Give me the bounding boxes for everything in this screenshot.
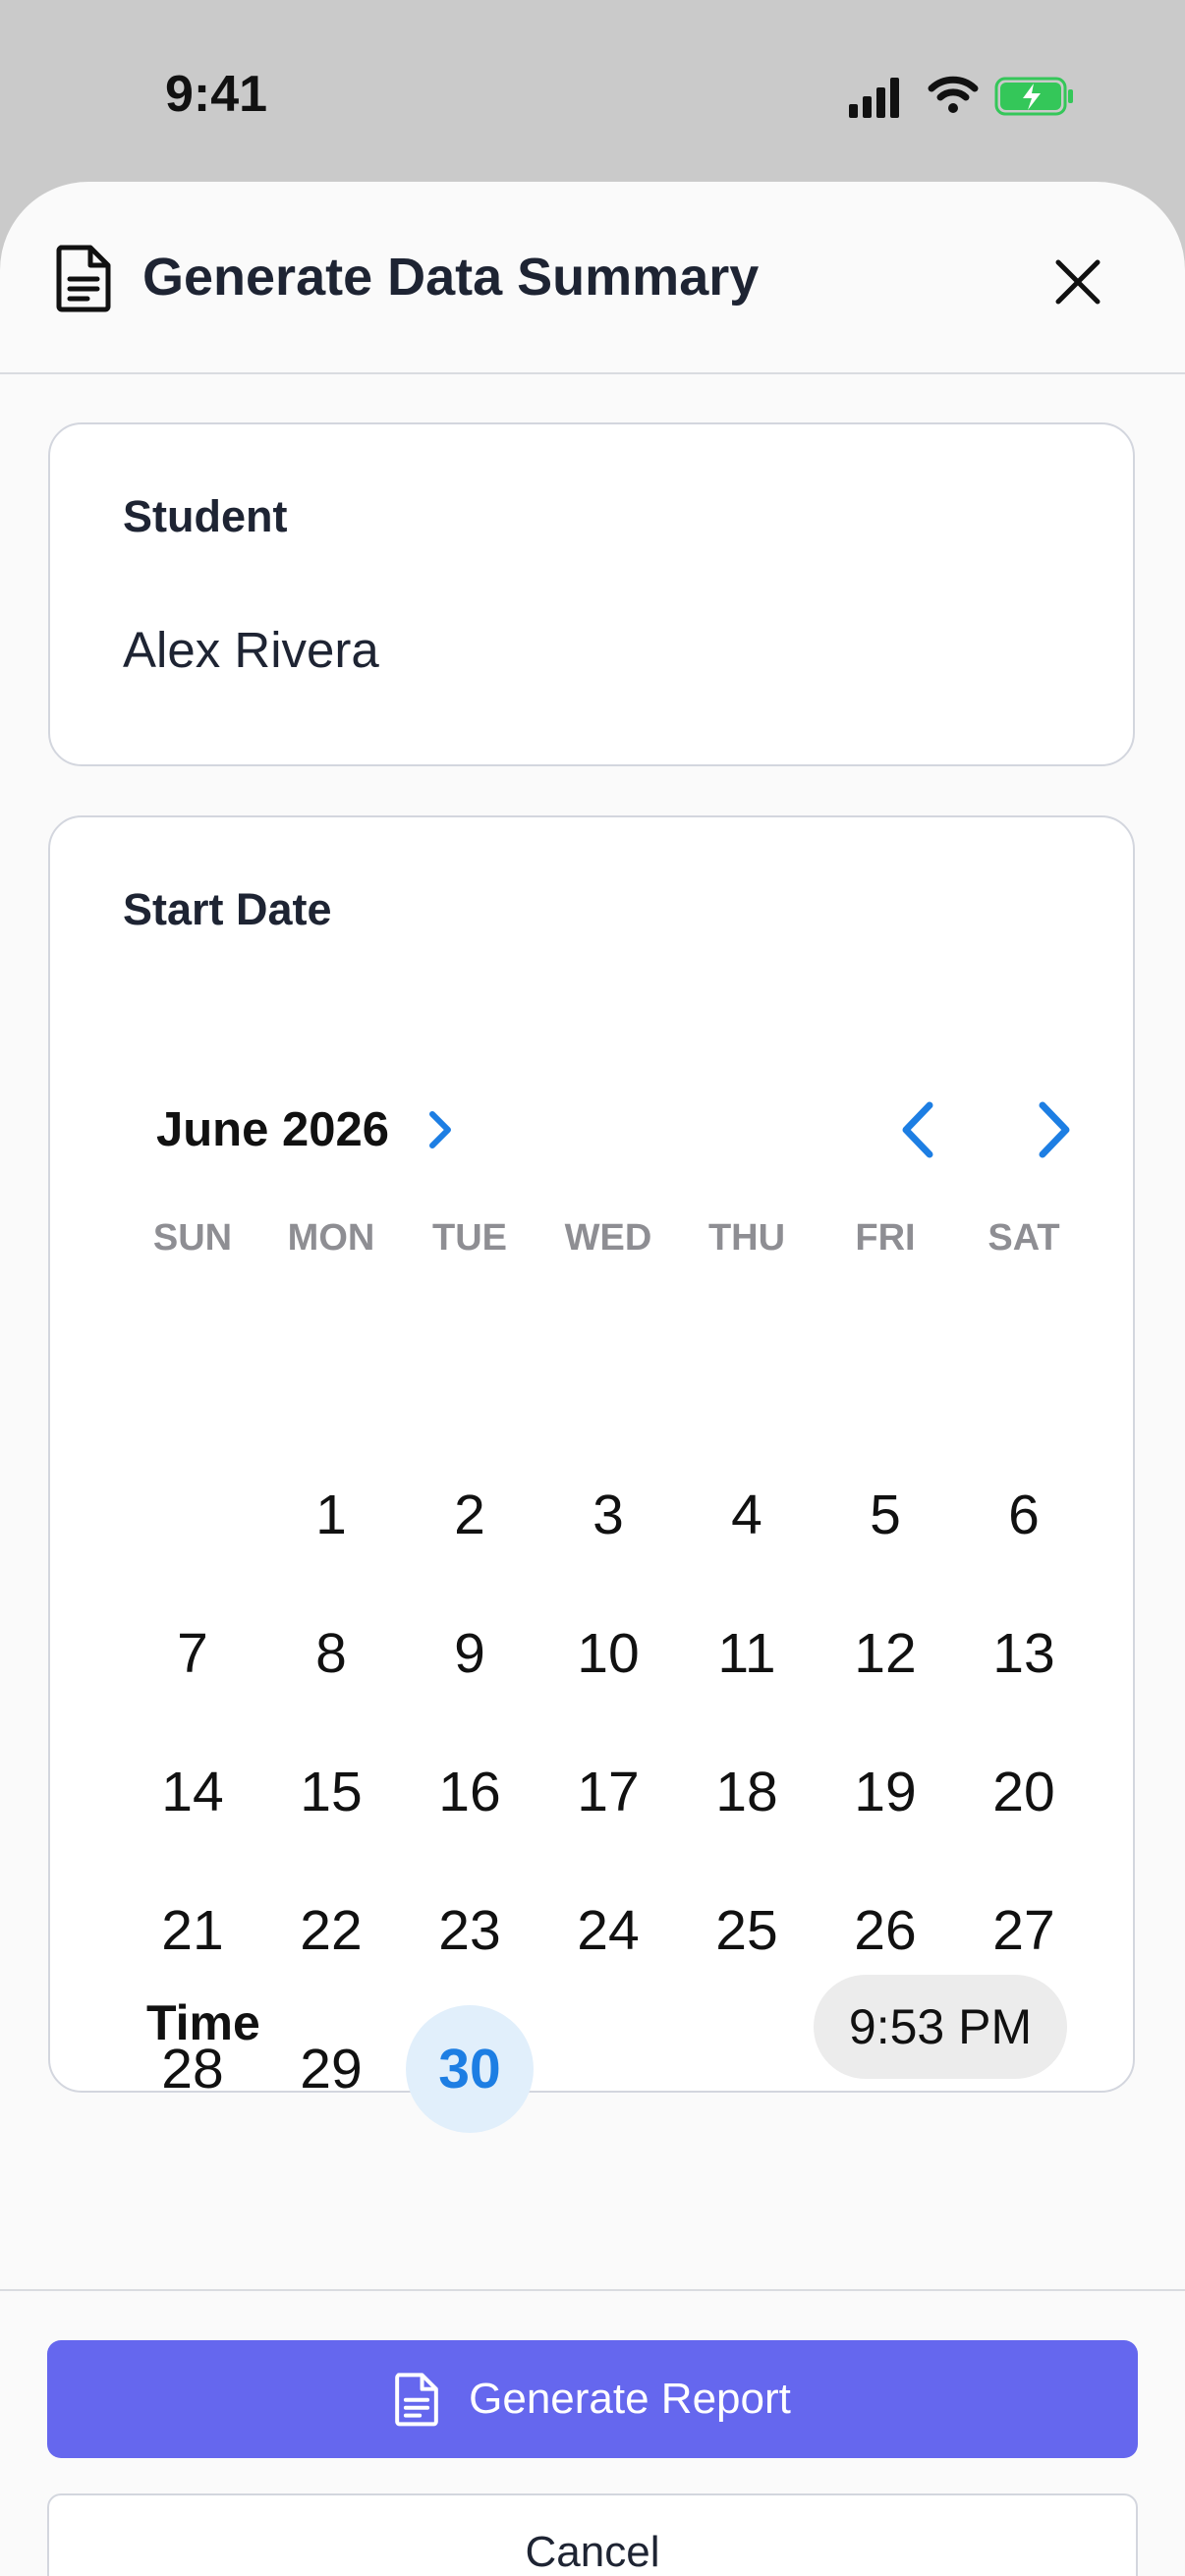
calendar-day[interactable]: 5: [821, 1451, 949, 1579]
calendar-day[interactable]: 14: [129, 1728, 256, 1856]
sheet-title: Generate Data Summary: [142, 248, 760, 307]
calendar-day[interactable]: 15: [267, 1728, 395, 1856]
student-card: Student Alex Rivera: [48, 422, 1135, 766]
weekday-tue: TUE: [432, 1217, 507, 1259]
calendar-day[interactable]: 20: [960, 1728, 1088, 1856]
sheet-header: Generate Data Summary: [0, 182, 1185, 374]
calendar-day[interactable]: 18: [683, 1728, 811, 1856]
time-pill-wrap: 9:53 PM: [814, 1975, 1067, 2079]
time-picker-button[interactable]: 9:53 PM: [814, 1975, 1067, 2079]
calendar-day[interactable]: 13: [960, 1590, 1088, 1717]
generate-report-button[interactable]: Generate Report: [47, 2340, 1138, 2458]
calendar-day[interactable]: 19: [821, 1728, 949, 1856]
weekday-sun: SUN: [152, 1217, 233, 1259]
calendar-day[interactable]: 17: [544, 1728, 672, 1856]
status-time: 9:41: [165, 66, 268, 123]
calendar-day[interactable]: 7: [129, 1590, 256, 1717]
calendar-day[interactable]: 21: [129, 1867, 256, 1994]
close-icon[interactable]: [1046, 251, 1109, 313]
start-date-label: Start Date: [123, 884, 332, 934]
signal-icon: [849, 78, 899, 118]
battery-icon: [994, 77, 1073, 116]
calendar-day[interactable]: 4: [683, 1451, 811, 1579]
calendar-day[interactable]: 8: [267, 1590, 395, 1717]
calendar-day[interactable]: 28: [129, 2005, 256, 2133]
calendar-day[interactable]: 22: [267, 1867, 395, 1994]
calendar-day[interactable]: 12: [821, 1590, 949, 1717]
month-year-label[interactable]: June 2026: [156, 1102, 389, 1157]
start-date-card: Start Date June 2026 SUN MON TUE WED THU…: [48, 815, 1135, 2133]
status-bar: 9:41: [0, 0, 1185, 182]
calendar-day[interactable]: 6: [960, 1451, 1088, 1579]
cancel-label: Cancel: [525, 2528, 660, 2576]
calendar-day[interactable]: 1: [267, 1451, 395, 1579]
calendar-day[interactable]: 10: [544, 1590, 672, 1717]
calendar-day[interactable]: 2: [406, 1451, 534, 1579]
document-icon: [395, 2373, 438, 2427]
calendar-day[interactable]: 9: [406, 1590, 534, 1717]
weekday-sat: SAT: [988, 1217, 1060, 1259]
calendar-day[interactable]: 3: [544, 1451, 672, 1579]
calendar-day-selected[interactable]: 30: [406, 2005, 534, 2133]
weekday-mon: MON: [287, 1217, 375, 1259]
weekday-wed: WED: [564, 1217, 652, 1259]
document-icon: [56, 245, 111, 312]
next-month-icon[interactable]: [1023, 1095, 1082, 1164]
chevron-right-icon[interactable]: [423, 1104, 457, 1155]
previous-month-icon[interactable]: [890, 1095, 949, 1164]
calendar-day[interactable]: 25: [683, 1867, 811, 1994]
calendar-day[interactable]: 29: [267, 2005, 395, 2133]
generate-report-label: Generate Report: [469, 2375, 791, 2423]
status-icons: [849, 76, 1073, 118]
calendar-day[interactable]: 23: [406, 1867, 534, 1994]
weekday-fri: FRI: [855, 1217, 916, 1259]
cancel-button[interactable]: Cancel: [47, 2493, 1138, 2576]
weekday-thu: THU: [707, 1217, 786, 1259]
calendar-day[interactable]: 16: [406, 1728, 534, 1856]
student-value: Alex Rivera: [123, 622, 379, 678]
calendar-day[interactable]: 24: [544, 1867, 672, 1994]
calendar-day[interactable]: 11: [683, 1590, 811, 1717]
student-label: Student: [123, 491, 288, 541]
report-sheet: Generate Data Summary Student Alex River…: [0, 182, 1185, 2576]
wifi-icon: [928, 76, 979, 113]
footer-actions: Generate Report Cancel: [0, 2289, 1185, 2576]
